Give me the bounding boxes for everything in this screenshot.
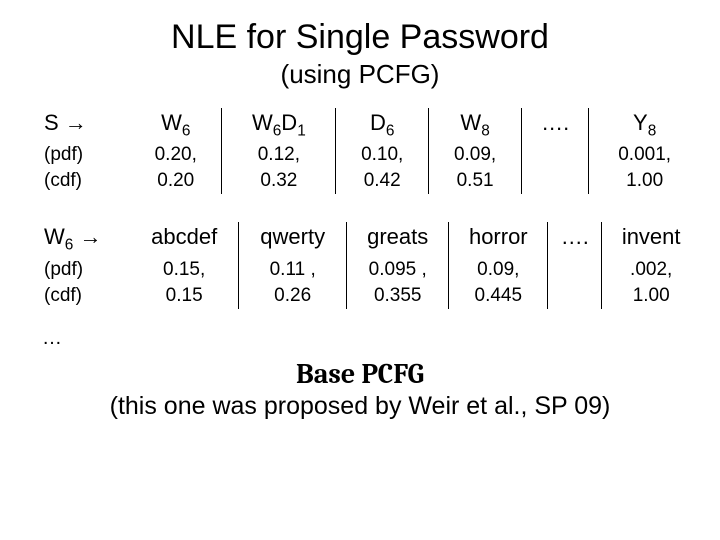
cell-w6-invent: invent: [602, 222, 700, 256]
cell-w6-greats-pdf: 0.095 ,: [347, 257, 449, 283]
cell-w6-abcdef: abcdef: [130, 222, 239, 256]
slide-subtitle: (using PCFG): [30, 59, 690, 90]
row-s-label: S →: [40, 108, 130, 142]
table-w6: W6 → abcdef qwerty greats horror …. inve…: [40, 222, 700, 308]
cell-s-dots-cdf: [522, 168, 589, 194]
cell-s-w6-cdf: 0.20: [130, 168, 222, 194]
cell-s-w8-cdf: 0.51: [429, 168, 522, 194]
cell-w6-qwerty: qwerty: [239, 222, 347, 256]
trailing-ellipsis: …: [42, 327, 690, 350]
footer-title: Base PCFG: [30, 358, 690, 390]
cell-w6-dots-cdf: [548, 283, 602, 309]
table-s: S → W6 W6D1 D6 W8 …. Y8 (pdf) 0.20, 0.12…: [40, 108, 700, 194]
footer: Base PCFG (this one was proposed by Weir…: [30, 358, 690, 421]
cell-w6-qwerty-cdf: 0.26: [239, 283, 347, 309]
cell-w6-greats-cdf: 0.355: [347, 283, 449, 309]
cell-s-y8-pdf: 0.001,: [589, 142, 700, 168]
cell-s-y8-cdf: 1.00: [589, 168, 700, 194]
grammar-block-w6: W6 → abcdef qwerty greats horror …. inve…: [40, 222, 690, 308]
cell-w6-qwerty-pdf: 0.11 ,: [239, 257, 347, 283]
cell-w6-invent-cdf: 1.00: [602, 283, 700, 309]
cell-s-w6d1: W6D1: [222, 108, 336, 142]
cell-w6-abcdef-cdf: 0.15: [130, 283, 239, 309]
cell-s-d6-cdf: 0.42: [336, 168, 429, 194]
cell-s-d6: D6: [336, 108, 429, 142]
slide-title: NLE for Single Password: [30, 18, 690, 57]
row-w6-label: W6 →: [40, 222, 130, 256]
cell-s-w8: W8: [429, 108, 522, 142]
cell-w6-horror-pdf: 0.09,: [449, 257, 548, 283]
row-s-cdf-label: (cdf): [40, 168, 130, 194]
footer-credit: (this one was proposed by Weir et al., S…: [30, 392, 690, 421]
cell-s-y8: Y8: [589, 108, 700, 142]
cell-w6-abcdef-pdf: 0.15,: [130, 257, 239, 283]
cell-w6-greats: greats: [347, 222, 449, 256]
cell-w6-dots-pdf: [548, 257, 602, 283]
cell-s-d6-pdf: 0.10,: [336, 142, 429, 168]
cell-s-w6d1-pdf: 0.12,: [222, 142, 336, 168]
cell-s-w6: W6: [130, 108, 222, 142]
row-w6-cdf-label: (cdf): [40, 283, 130, 309]
cell-w6-invent-pdf: .002,: [602, 257, 700, 283]
cell-w6-horror-cdf: 0.445: [449, 283, 548, 309]
cell-s-w6d1-cdf: 0.32: [222, 168, 336, 194]
cell-s-w8-pdf: 0.09,: [429, 142, 522, 168]
grammar-block-s: S → W6 W6D1 D6 W8 …. Y8 (pdf) 0.20, 0.12…: [40, 108, 690, 194]
row-w6-pdf-label: (pdf): [40, 257, 130, 283]
slide: NLE for Single Password (using PCFG) S →…: [0, 0, 720, 540]
row-s-pdf-label: (pdf): [40, 142, 130, 168]
cell-w6-horror: horror: [449, 222, 548, 256]
cell-s-dots-pdf: [522, 142, 589, 168]
cell-w6-dots: ….: [548, 222, 602, 256]
cell-s-dots: ….: [522, 108, 589, 142]
cell-s-w6-pdf: 0.20,: [130, 142, 222, 168]
